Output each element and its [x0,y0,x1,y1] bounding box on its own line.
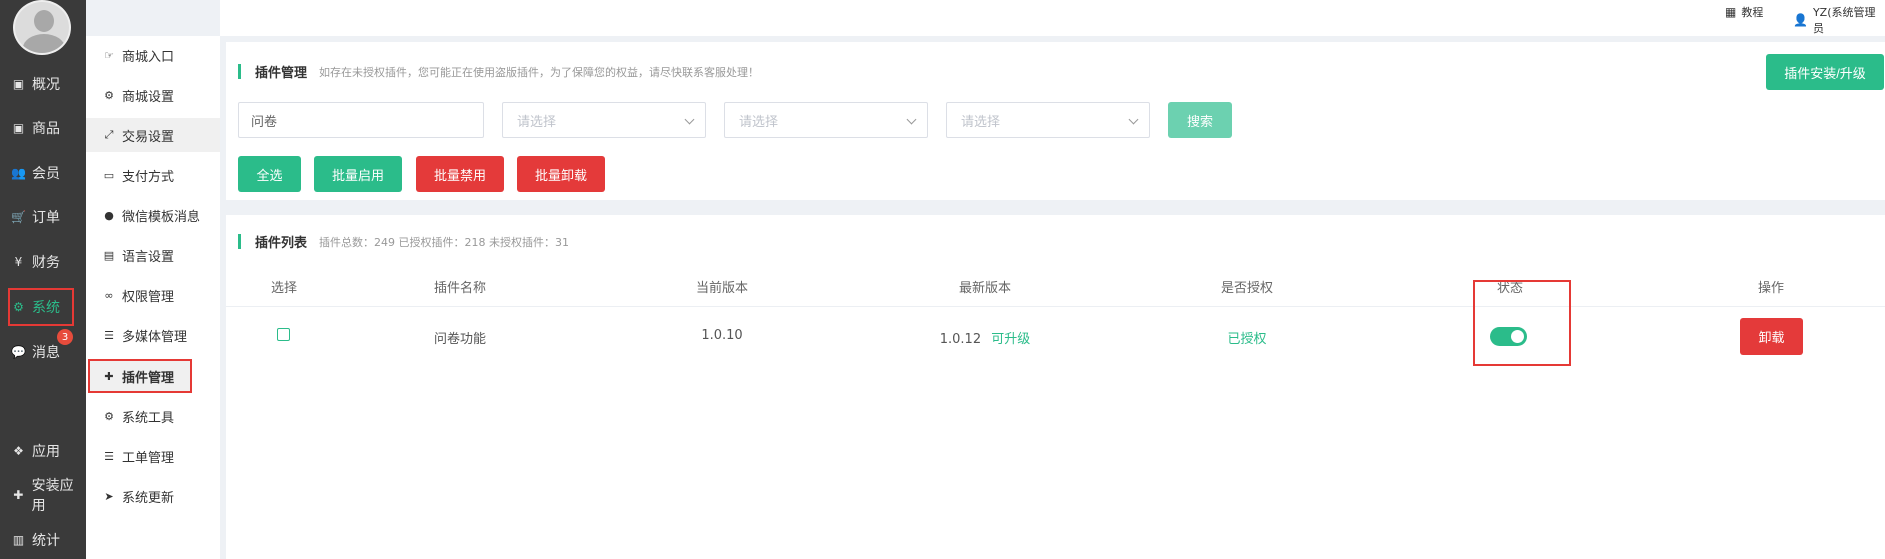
sub-item-trade-settings[interactable]: ⤢ 交易设置 [86,118,220,152]
uninstall-button[interactable]: 卸载 [1740,318,1803,355]
filter-select-2[interactable]: 请选择 [724,102,928,138]
select-all-button[interactable]: 全选 [238,156,301,192]
box-icon: ▣ [12,121,25,135]
sub-item-permissions[interactable]: ∞ 权限管理 [86,278,220,312]
latest-version: 1.0.12 [939,332,982,347]
sidebar-item-statistics[interactable]: ▥ 统计 [0,522,86,558]
column-header-authorized: 是否授权 [1220,281,1274,296]
plugin-manage-header: 插件管理 如存在未授权插件，您可能正在使用盗版插件，为了保障您的权益，请尽快联系… [238,62,759,81]
gear-icon: ⚙ [104,409,114,423]
sidebar-item-overview[interactable]: ▣ 概况 [0,66,86,102]
sub-item-payment-methods[interactable]: ▭ 支付方式 [86,158,220,192]
cart-icon: 🛒 [11,210,26,224]
wechat-icon: ● [104,208,114,222]
authorized-status: 已授权 [1227,332,1267,347]
search-button[interactable]: 搜索 [1168,102,1232,138]
plugin-manage-panel: 插件管理 如存在未授权插件，您可能正在使用盗版插件，为了保障您的权益，请尽快联系… [226,42,1885,200]
sidebar-item-system[interactable]: ⚙ 系统 [8,288,74,326]
sidebar-item-members[interactable]: 👥 会员 [0,155,86,191]
plugin-list-title: 插件列表 [255,236,308,251]
plugin-manage-notice: 如存在未授权插件，您可能正在使用盗版插件，为了保障您的权益，请尽快联系客服处理！ [319,65,760,79]
grid-icon: ▦ [1725,5,1737,19]
sub-item-system-update[interactable]: ➤ 系统更新 [86,479,220,513]
sub-sidebar: ☞ 商城入口 ⚙ 商城设置 ⤢ 交易设置 ▭ 支付方式 ● 微信模板消息 ▤ 语言设置 ∞ 权… [86,36,220,559]
chevron-down-icon [1128,114,1139,125]
list-icon: ☰ [104,449,114,463]
send-icon: ➤ [104,489,114,503]
column-header-latest-version: 最新版本 [958,281,1012,296]
tutorial-link[interactable]: ▦ 教程 [1725,4,1763,20]
credit-card-icon: ▭ [103,168,115,182]
search-input[interactable] [238,102,484,138]
plugin-name: 问卷功能 [433,332,487,347]
sub-item-mall-entry[interactable]: ☞ 商城入口 [86,38,220,72]
sub-item-system-tools[interactable]: ⚙ 系统工具 [86,399,220,433]
sub-item-wechat-template[interactable]: ● 微信模板消息 [86,198,220,232]
chevron-down-icon [906,114,917,125]
current-version: 1.0.10 [701,328,743,343]
avatar[interactable] [13,0,71,55]
column-header-current-version: 当前版本 [695,281,749,296]
cubes-icon: ❖ [13,444,24,458]
exchange-icon: ⤢ [104,128,114,141]
plugin-manage-title: 插件管理 [255,66,308,81]
user-icon: 👤 [1793,13,1808,27]
sidebar-item-apps[interactable]: ❖ 应用 [0,433,86,469]
column-header-name: 插件名称 [433,281,487,296]
chat-icon: 💬 [11,345,26,359]
share-nodes-icon: ⚙ [13,300,24,314]
highlight-box [1473,280,1571,366]
install-upgrade-button[interactable]: 插件安装/升级 [1766,54,1884,90]
column-header-select: 选择 [270,281,298,296]
column-header-action: 操作 [1757,281,1785,296]
gear-icon: ⚙ [104,88,114,102]
sub-item-mall-settings[interactable]: ⚙ 商城设置 [86,78,220,112]
chevron-down-icon [684,114,695,125]
batch-disable-button[interactable]: 批量禁用 [416,156,504,192]
users-icon: 👥 [11,166,26,180]
batch-uninstall-button[interactable]: 批量卸载 [517,156,605,192]
bar-chart-icon: ▥ [12,533,25,547]
language-icon: ▤ [103,248,115,262]
plugin-list-panel: 插件列表 插件总数：249 已授权插件：218 未授权插件：31 [226,215,1885,559]
plugin-list-summary: 插件总数：249 已授权插件：218 未授权插件：31 [319,235,569,249]
sidebar-item-orders[interactable]: 🛒 订单 [0,199,86,235]
plugin-list-header: 插件列表 插件总数：249 已授权插件：218 未授权插件：31 [238,232,569,251]
hand-point-icon: ☞ [104,48,114,62]
sidebar-item-messages[interactable]: 💬 消息 [0,334,86,370]
puzzle-icon: ✚ [13,488,24,502]
sub-item-media[interactable]: ☰ 多媒体管理 [86,318,220,352]
puzzle-icon: ✚ [104,369,114,383]
sub-item-ticket-manage[interactable]: ☰ 工单管理 [86,439,220,473]
link-icon: ∞ [104,288,114,302]
sidebar-item-products[interactable]: ▣ 商品 [0,110,86,146]
calendar-icon: ▣ [12,77,25,91]
list-icon: ☰ [104,328,114,342]
sub-item-language-settings[interactable]: ▤ 语言设置 [86,238,220,272]
filter-select-1[interactable]: 请选择 [502,102,706,138]
upgrade-link[interactable]: 可升级 [991,332,1030,347]
filter-select-3[interactable]: 请选择 [946,102,1150,138]
sidebar-item-finance[interactable]: ¥ 财务 [0,244,86,280]
row-checkbox[interactable] [277,328,290,341]
latest-version-cell: 1.0.12 可升级 [940,328,1031,347]
batch-enable-button[interactable]: 批量启用 [314,156,402,192]
main-sidebar: ▣ 概况 ▣ 商品 👥 会员 🛒 订单 ¥ 财务 ⚙ 系统 💬 消息 3 ❖ 应用 ✚ 安装应用 … [0,0,86,559]
user-menu[interactable]: 👤 YZ(系统管理员 [1793,4,1885,36]
message-count-badge: 3 [57,329,73,345]
top-bar: ▦ 教程 👤 YZ(系统管理员 [220,0,1885,36]
sub-item-plugin-manage[interactable]: ✚ 插件管理 [88,359,192,393]
yen-icon: ¥ [14,255,23,269]
table-header-divider [226,306,1885,307]
sidebar-item-install-apps[interactable]: ✚ 安装应用 [0,477,86,514]
